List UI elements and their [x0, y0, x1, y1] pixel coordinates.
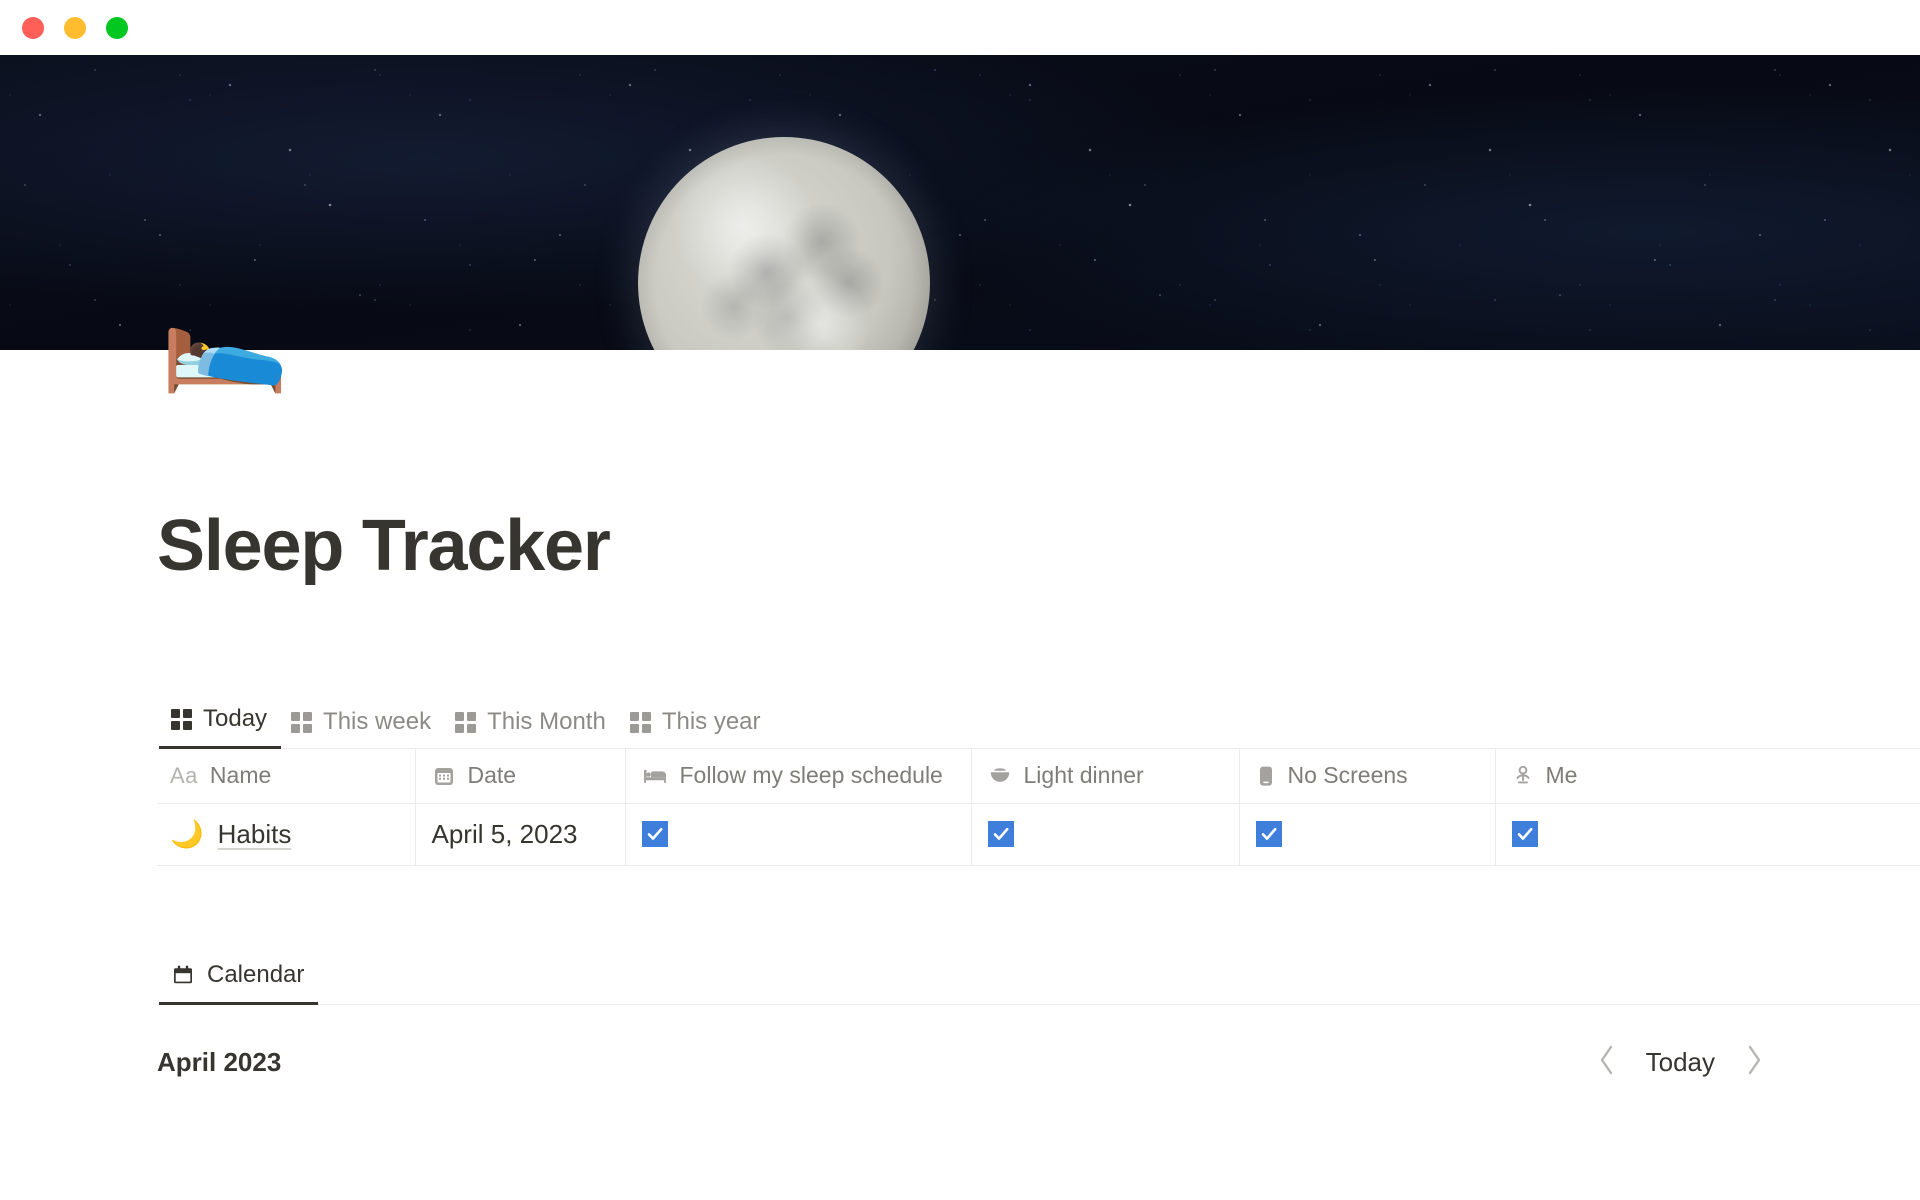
- column-header-date[interactable]: Date: [415, 749, 626, 804]
- meditation-icon: [1512, 764, 1534, 788]
- cell-date[interactable]: April 5, 2023: [415, 803, 626, 866]
- checkbox-meditate[interactable]: [1511, 821, 1538, 847]
- calendar-view-tabs: Calendar: [157, 954, 1920, 1005]
- view-tab-label: This Month: [487, 708, 606, 735]
- window-titlebar: [0, 0, 1920, 55]
- page-title[interactable]: Sleep Tracker: [157, 510, 1920, 582]
- minimize-window-button[interactable]: [64, 16, 86, 39]
- grid-icon: [291, 711, 313, 733]
- page-icon-bed-emoji[interactable]: 🛌: [160, 285, 290, 389]
- column-header-follow-my-sleep-schedule[interactable]: Follow my sleep schedule: [625, 749, 972, 804]
- maximize-window-button[interactable]: [106, 16, 128, 39]
- grid-icon: [629, 711, 651, 733]
- calendar-header: April 2023 Today: [157, 1043, 1920, 1082]
- row-title-link[interactable]: Habits: [218, 819, 292, 850]
- traffic-light-controls: [22, 16, 128, 39]
- calendar-today-button[interactable]: Today: [1642, 1047, 1719, 1078]
- page-body: Sleep Tracker Today This week This Month…: [0, 510, 1920, 1082]
- database-view-tabs: Today This week This Month This year: [157, 698, 1920, 749]
- view-tab-calendar[interactable]: Calendar: [159, 955, 319, 1005]
- cell-meditate[interactable]: [1495, 803, 1920, 866]
- close-window-button[interactable]: [22, 16, 44, 39]
- column-header-no-screens[interactable]: No Screens: [1239, 749, 1496, 804]
- crescent-moon-emoji: 🌙: [170, 818, 204, 849]
- table-row[interactable]: 🌙 Habits April 5, 2023: [157, 803, 1920, 866]
- view-tab-label: This week: [323, 708, 432, 735]
- view-tab-this-year[interactable]: This year: [620, 702, 775, 749]
- phone-icon: [1256, 764, 1276, 788]
- grid-icon: [171, 708, 192, 730]
- view-tab-label: This year: [661, 708, 761, 735]
- view-tab-this-week[interactable]: This week: [281, 702, 445, 749]
- chevron-right-icon[interactable]: [1743, 1043, 1765, 1082]
- chevron-left-icon[interactable]: [1596, 1043, 1618, 1082]
- column-header-label: No Screens: [1287, 762, 1408, 789]
- column-header-label: Date: [467, 762, 517, 789]
- date-value: April 5, 2023: [431, 818, 578, 849]
- checkbox-follow-my-sleep-schedule[interactable]: [641, 821, 668, 847]
- view-tab-today[interactable]: Today: [159, 699, 282, 749]
- calendar-navigation: Today: [1596, 1043, 1765, 1082]
- checkbox-light-dinner[interactable]: [987, 821, 1014, 847]
- title-aa-icon: Aa: [170, 762, 198, 788]
- column-header-name[interactable]: Aa Name: [157, 749, 416, 804]
- checkbox-no-screens[interactable]: [1255, 821, 1282, 847]
- table-header-row: Aa Name Date Follow my sleep schedule Li…: [157, 749, 1920, 804]
- calendar-month-label: April 2023: [157, 1046, 282, 1077]
- grid-icon: [455, 711, 477, 733]
- habits-database-table: Aa Name Date Follow my sleep schedule Li…: [157, 749, 1920, 866]
- page-content: Sleep Tracker Today This week This Month…: [157, 510, 1920, 1082]
- column-header-light-dinner[interactable]: Light dinner: [971, 749, 1240, 804]
- cell-follow-my-sleep-schedule[interactable]: [625, 803, 972, 866]
- bowl-icon: [988, 764, 1012, 788]
- bed-icon: [642, 764, 668, 788]
- cell-no-screens[interactable]: [1239, 803, 1496, 866]
- cell-name[interactable]: 🌙 Habits: [157, 803, 416, 866]
- column-header-label: Name: [209, 762, 272, 789]
- calendar-icon: [432, 764, 456, 788]
- column-header-meditate[interactable]: Me: [1495, 749, 1920, 804]
- view-tab-this-month[interactable]: This Month: [445, 702, 620, 749]
- column-header-label: Light dinner: [1023, 762, 1144, 789]
- column-header-label: Me: [1545, 762, 1578, 789]
- cell-light-dinner[interactable]: [971, 803, 1240, 866]
- view-tab-label: Today: [203, 705, 268, 732]
- column-header-label: Follow my sleep schedule: [679, 762, 943, 789]
- calendar-tab-label: Calendar: [207, 960, 305, 988]
- calendar-icon: [171, 963, 195, 987]
